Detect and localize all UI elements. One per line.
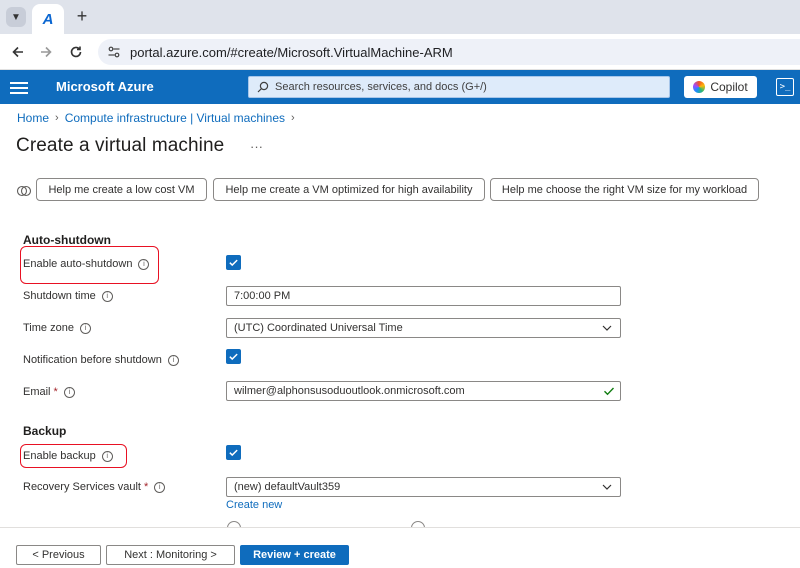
info-icon[interactable]: i — [79, 322, 91, 334]
tab-search-dropdown-icon[interactable]: ▼ — [6, 7, 26, 27]
portal-brand[interactable]: Microsoft Azure — [56, 79, 154, 94]
shutdown-time-input[interactable]: 7:00:00 PM — [226, 286, 621, 306]
info-icon[interactable]: i — [138, 258, 150, 270]
recovery-vault-select[interactable]: (new) defaultVault359 — [226, 477, 621, 497]
forward-arrow-icon[interactable] — [34, 40, 58, 64]
more-options-icon[interactable]: ··· — [250, 139, 263, 154]
review-create-button[interactable]: Review + create — [240, 545, 349, 565]
info-icon[interactable]: i — [63, 386, 75, 398]
next-monitoring-button[interactable]: Next : Monitoring > — [106, 545, 235, 565]
enable-auto-shutdown-label: Enable auto-shutdown i — [23, 258, 150, 270]
valid-check-icon — [604, 387, 615, 396]
reload-icon[interactable] — [64, 40, 88, 64]
url-text: portal.azure.com/#create/Microsoft.Virtu… — [130, 44, 453, 60]
checkmark-icon — [229, 449, 238, 457]
checkmark-icon — [229, 259, 238, 267]
enable-auto-shutdown-text: Enable auto-shutdown — [23, 258, 133, 270]
chevron-right-icon: › — [291, 112, 295, 124]
shutdown-time-text: Shutdown time — [23, 290, 96, 302]
email-value: wilmer@alphonsusoduoutlook.onmicrosoft.c… — [234, 385, 465, 397]
back-arrow-icon[interactable] — [6, 40, 30, 64]
time-zone-value: (UTC) Coordinated Universal Time — [234, 322, 403, 334]
cloud-shell-icon[interactable]: >_ — [776, 78, 794, 96]
info-icon[interactable]: i — [101, 290, 113, 302]
checkmark-icon — [229, 353, 238, 361]
azure-top-bar: Microsoft Azure Search resources, servic… — [0, 70, 800, 104]
suggestion-vm-size[interactable]: Help me choose the right VM size for my … — [490, 178, 759, 201]
create-new-vault-link[interactable]: Create new — [226, 499, 282, 511]
email-text: Email — [23, 386, 51, 398]
page-title: Create a virtual machine — [16, 135, 225, 156]
info-icon[interactable]: i — [154, 481, 166, 493]
browser-nav-bar: portal.azure.com/#create/Microsoft.Virtu… — [0, 34, 800, 70]
breadcrumb-virtual-machines[interactable]: Compute infrastructure | Virtual machine… — [65, 111, 285, 125]
address-bar[interactable]: portal.azure.com/#create/Microsoft.Virtu… — [98, 39, 800, 65]
search-icon — [257, 81, 269, 93]
copilot-label: Copilot — [710, 80, 748, 94]
chevron-down-icon — [602, 325, 612, 331]
recovery-vault-value: (new) defaultVault359 — [234, 481, 341, 493]
required-asterisk: * — [53, 386, 58, 398]
previous-button[interactable]: < Previous — [16, 545, 101, 565]
shutdown-time-value: 7:00:00 PM — [234, 290, 291, 302]
time-zone-select[interactable]: (UTC) Coordinated Universal Time — [226, 318, 621, 338]
enable-backup-text: Enable backup — [23, 450, 96, 462]
suggestion-high-availability[interactable]: Help me create a VM optimized for high a… — [213, 178, 485, 201]
chevron-right-icon: › — [55, 112, 59, 124]
recovery-vault-label: Recovery Services vault * i — [23, 481, 166, 493]
hamburger-menu-icon[interactable] — [10, 79, 28, 95]
breadcrumb: Home › Compute infrastructure | Virtual … — [17, 111, 295, 125]
notification-text: Notification before shutdown — [23, 354, 162, 366]
enable-auto-shutdown-checkbox[interactable] — [226, 255, 241, 270]
time-zone-text: Time zone — [23, 322, 74, 334]
notification-label: Notification before shutdown i — [23, 354, 179, 366]
new-tab-button[interactable]: + — [72, 5, 92, 27]
site-settings-icon[interactable] — [106, 44, 122, 60]
global-search-input[interactable]: Search resources, services, and docs (G+… — [248, 76, 670, 98]
required-asterisk: * — [144, 481, 149, 493]
info-icon[interactable]: i — [167, 354, 179, 366]
shutdown-time-label: Shutdown time i — [23, 290, 113, 302]
wizard-footer: < Previous Next : Monitoring > Review + … — [0, 527, 800, 568]
backup-section-title: Backup — [23, 424, 67, 438]
browser-tab-azure[interactable]: A — [32, 4, 64, 34]
suggestion-low-cost-vm[interactable]: Help me create a low cost VM — [36, 178, 207, 201]
auto-shutdown-section-title: Auto-shutdown — [23, 233, 111, 247]
recovery-vault-text: Recovery Services vault — [23, 481, 141, 493]
time-zone-label: Time zone i — [23, 322, 91, 334]
enable-backup-checkbox[interactable] — [226, 445, 241, 460]
info-icon[interactable]: i — [101, 450, 113, 462]
notification-checkbox[interactable] — [226, 349, 241, 364]
browser-tab-strip: ▼ A + — [0, 0, 800, 34]
breadcrumb-home[interactable]: Home — [17, 111, 49, 125]
email-label: Email * i — [23, 386, 75, 398]
email-input[interactable]: wilmer@alphonsusoduoutlook.onmicrosoft.c… — [226, 381, 621, 401]
search-placeholder: Search resources, services, and docs (G+… — [275, 81, 487, 93]
copilot-suggestions-icon — [16, 185, 32, 197]
chevron-down-icon — [602, 484, 612, 490]
azure-logo-icon: A — [42, 10, 54, 28]
enable-backup-label: Enable backup i — [23, 450, 113, 462]
copilot-icon — [693, 81, 706, 93]
copilot-button[interactable]: Copilot — [684, 76, 757, 98]
